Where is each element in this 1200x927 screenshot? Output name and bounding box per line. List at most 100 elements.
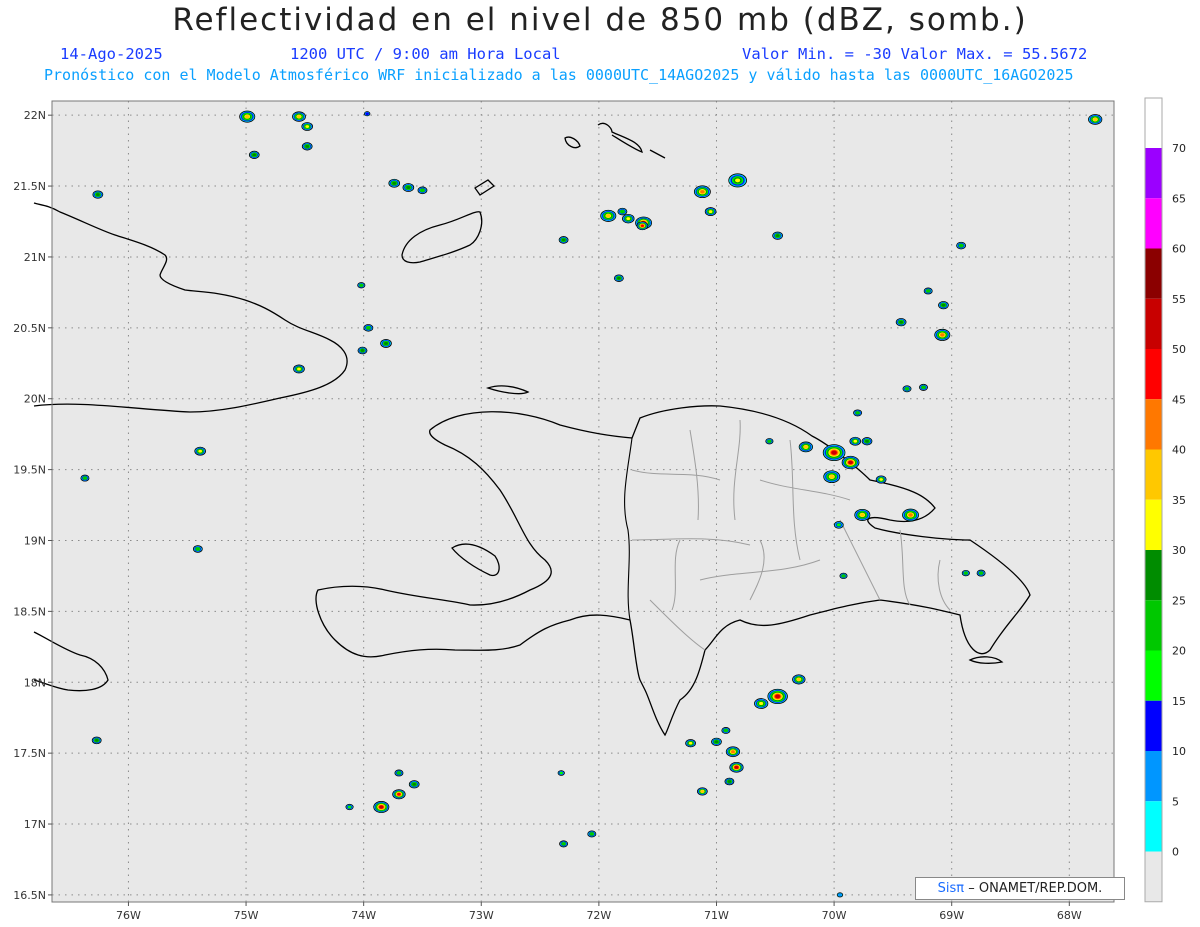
colorbar-label: 20	[1172, 645, 1186, 658]
echo-contour	[688, 741, 693, 745]
echo-contour	[589, 832, 594, 836]
echo-cell	[388, 178, 401, 188]
echo-contour	[620, 210, 625, 214]
echo-contour	[360, 349, 365, 352]
lat-label: 21N	[24, 251, 46, 264]
colorbar-label: 45	[1172, 393, 1186, 406]
sispi-logo: Sisπ	[937, 881, 965, 896]
echo-contour	[198, 449, 203, 453]
echo-contour	[735, 178, 741, 183]
echo-cell	[417, 186, 428, 195]
echo-contour	[383, 341, 389, 345]
echo-cell	[721, 727, 731, 734]
echo-contour	[420, 188, 425, 192]
echo-cell	[613, 274, 624, 282]
echo-contour	[908, 513, 913, 517]
echo-contour	[1093, 117, 1098, 121]
echo-contour	[959, 244, 964, 248]
echo-cell	[600, 209, 617, 222]
echo-contour	[879, 478, 883, 481]
echo-contour	[245, 114, 250, 119]
echo-cell	[918, 383, 928, 391]
echo-cell	[559, 840, 569, 848]
echo-cell	[622, 213, 635, 224]
echo-cell	[849, 436, 862, 446]
reflectivity-colorbar: 7065605550454035302520151050	[1144, 97, 1186, 903]
echo-contour	[406, 185, 411, 190]
echo-contour	[836, 523, 841, 527]
echo-contour	[714, 740, 719, 744]
credit-box: Sisπ – ONAMET/REP.DOM.	[915, 877, 1125, 900]
colorbar-label: 0	[1172, 846, 1179, 859]
echo-cell	[767, 688, 788, 705]
colorbar-segment	[1145, 550, 1162, 601]
echo-cell	[725, 746, 741, 758]
colorbar-label: 55	[1172, 293, 1186, 306]
lat-label: 22N	[24, 109, 46, 122]
echo-contour	[724, 729, 728, 732]
lon-label: 68W	[1057, 909, 1082, 922]
echo-cell	[292, 111, 306, 122]
echo-cell	[92, 190, 104, 199]
echo-contour	[731, 750, 735, 754]
echo-contour	[759, 701, 764, 706]
echo-cell	[961, 569, 970, 577]
lon-label: 71W	[704, 909, 729, 922]
echo-contour	[617, 276, 621, 280]
echo-contour	[379, 805, 384, 809]
echo-cell	[956, 241, 967, 250]
echo-cell	[792, 674, 806, 685]
echo-cell	[704, 207, 717, 216]
echo-contour	[708, 210, 713, 214]
echo-cell	[636, 221, 649, 231]
echo-contour	[829, 474, 834, 479]
echo-contour	[606, 214, 611, 218]
echo-contour	[397, 792, 401, 796]
colorbar-segment	[1145, 148, 1162, 199]
echo-contour	[855, 411, 860, 415]
echo-contour	[796, 677, 801, 681]
echo-contour	[626, 217, 631, 221]
colorbar-segment	[1145, 700, 1162, 751]
colorbar-label: 25	[1172, 594, 1186, 607]
colorbar-label: 30	[1172, 544, 1186, 557]
echo-cell	[729, 761, 744, 773]
echo-contour	[195, 547, 200, 551]
echo-contour	[561, 842, 566, 846]
colorbar-segment	[1145, 801, 1162, 852]
echo-cell	[380, 339, 392, 348]
echo-cell	[194, 446, 206, 456]
colorbar-segment	[1145, 298, 1162, 349]
echo-cell	[728, 173, 747, 188]
echo-contour	[775, 234, 780, 238]
colorbar-label: 5	[1172, 795, 1179, 808]
colorbar-segment	[1145, 449, 1162, 500]
echo-contour	[727, 780, 732, 783]
echo-cell	[765, 438, 774, 445]
echo-contour	[926, 289, 931, 293]
echo-cell	[724, 777, 735, 786]
lat-label: 20N	[24, 393, 46, 406]
echo-cell	[822, 444, 846, 461]
echo-cell	[408, 780, 420, 789]
echo-cell	[836, 892, 844, 898]
echo-contour	[412, 782, 417, 786]
echo-contour	[941, 303, 946, 307]
colorbar-segment	[1145, 98, 1162, 148]
echo-contour	[83, 476, 87, 480]
lon-label: 69W	[939, 909, 964, 922]
colorbar-segment	[1145, 399, 1162, 450]
echo-contour	[252, 153, 257, 157]
echo-cell	[80, 474, 90, 482]
colorbar-label: 70	[1172, 142, 1186, 155]
echo-contour	[392, 181, 397, 185]
echo-contour	[734, 765, 739, 769]
echo-cell	[711, 737, 722, 746]
lon-label: 75W	[234, 909, 259, 922]
echo-cell	[841, 455, 860, 470]
echo-contour	[979, 571, 983, 575]
echo-contour	[305, 125, 310, 128]
echo-contour	[865, 439, 869, 443]
echo-cell	[617, 207, 628, 216]
echo-cell	[902, 385, 912, 393]
